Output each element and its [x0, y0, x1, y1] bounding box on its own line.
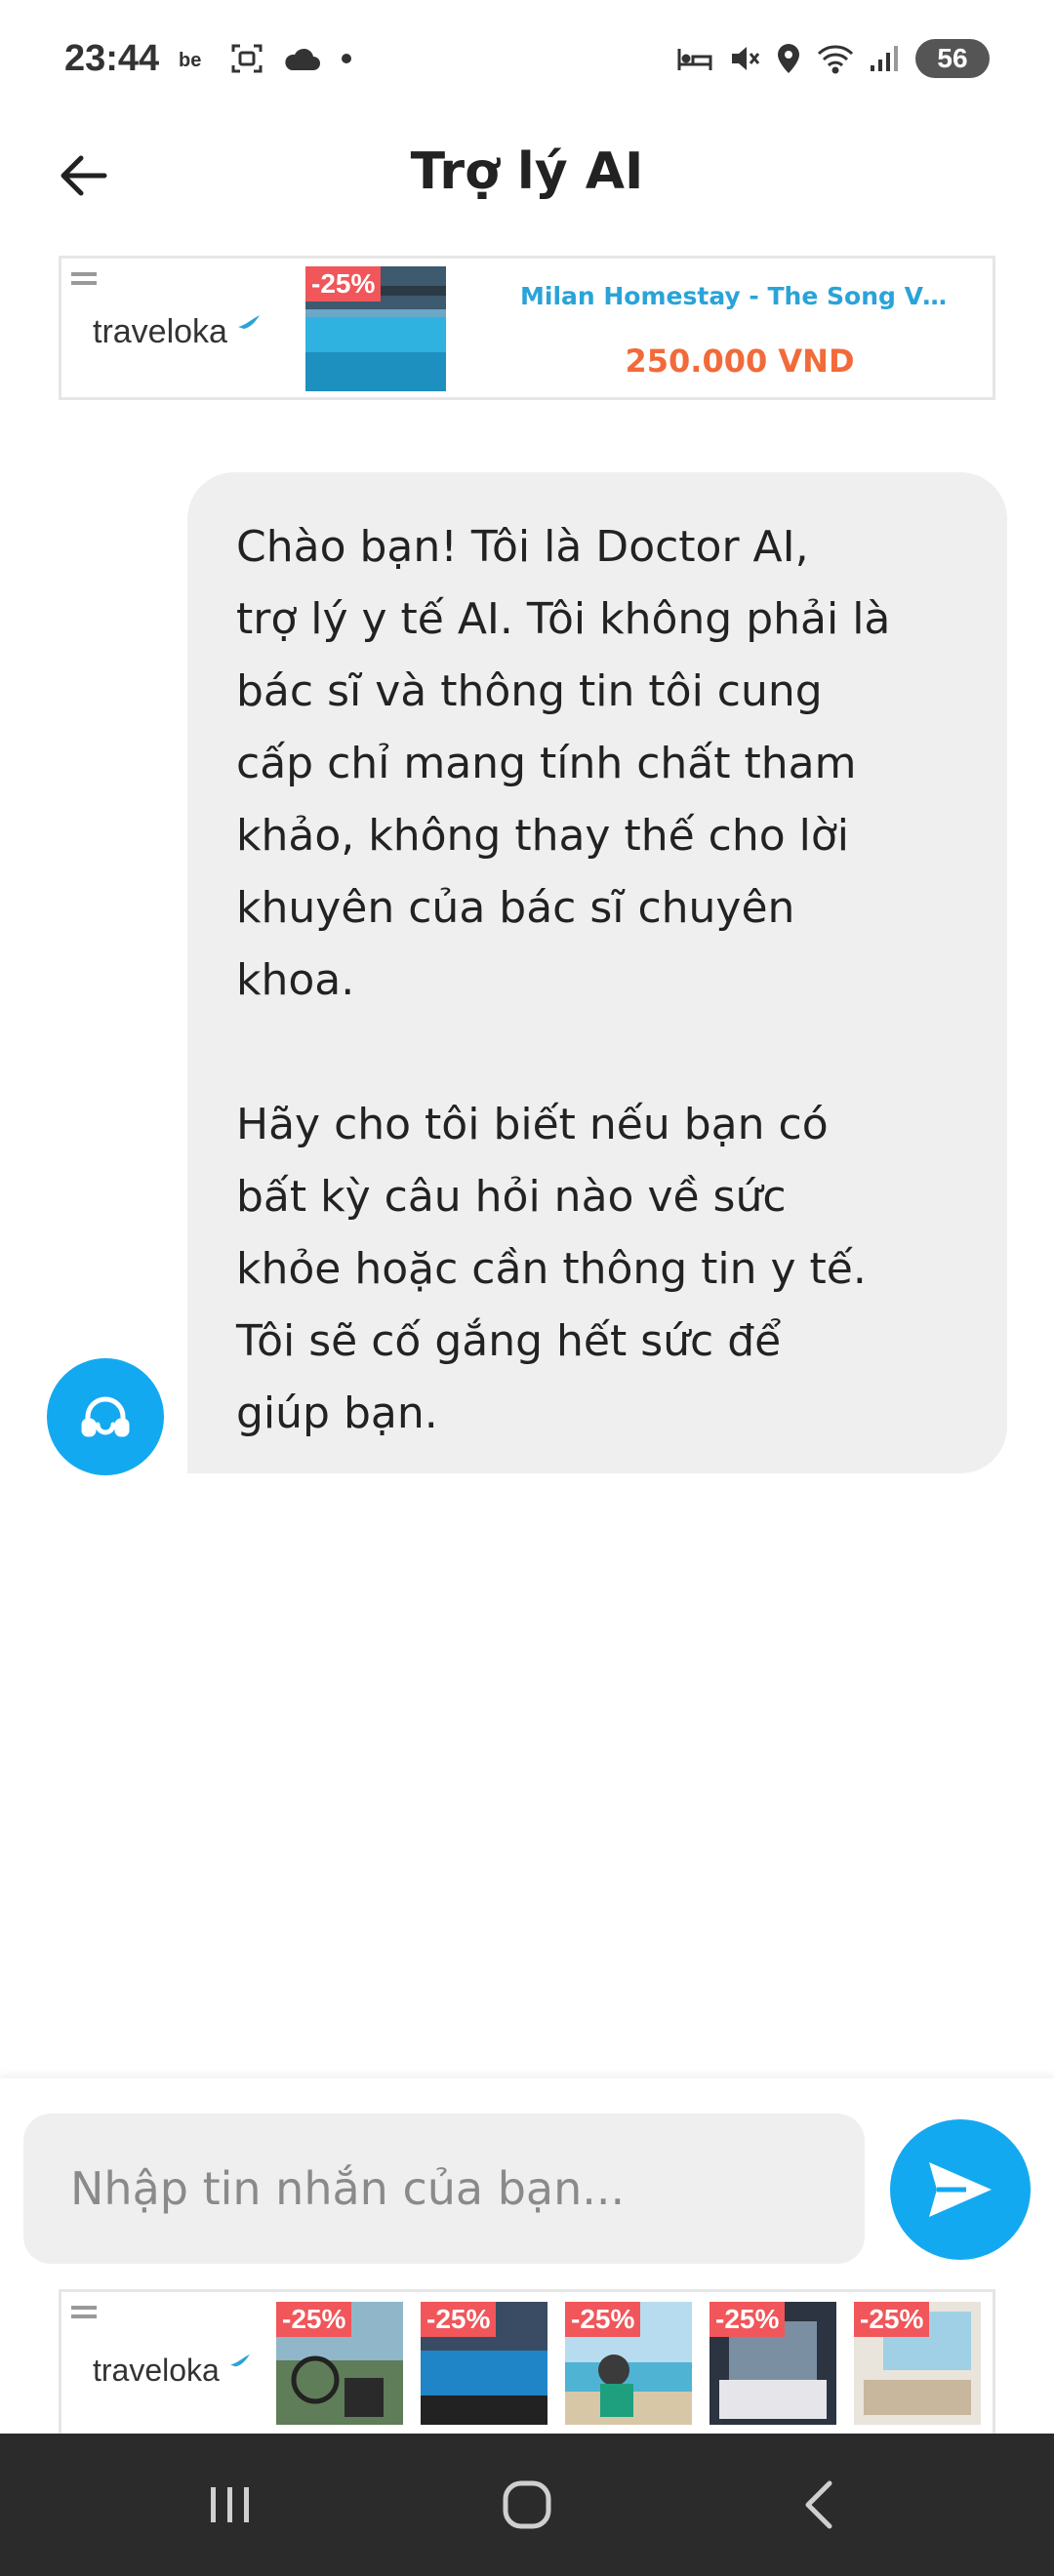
- ad-brand: traveloka: [93, 313, 227, 350]
- ad-hotel-price: 250.000 VND: [625, 342, 855, 380]
- status-bar: 23:44 be 56: [0, 0, 1054, 117]
- system-back-button[interactable]: [781, 2471, 859, 2539]
- send-icon: [929, 2162, 992, 2217]
- mute-icon: [728, 42, 761, 75]
- status-right: 56: [675, 39, 990, 78]
- traveloka-logo: traveloka: [93, 2353, 252, 2389]
- app-header: Trợ lý AI: [0, 117, 1054, 234]
- assistant-avatar: [47, 1358, 164, 1475]
- recents-icon: [211, 2487, 249, 2522]
- send-button[interactable]: [890, 2119, 1031, 2260]
- ad-banner-bottom[interactable]: traveloka -25% -25% -25% -25% -25%: [59, 2289, 995, 2434]
- recents-button[interactable]: [191, 2471, 269, 2539]
- discount-badge: -25%: [709, 2302, 786, 2337]
- discount-badge: -25%: [276, 2302, 352, 2337]
- discount-badge: -25%: [565, 2302, 641, 2337]
- ad-menu-icon[interactable]: [71, 2306, 97, 2321]
- bird-icon: [238, 315, 261, 329]
- ad-menu-icon[interactable]: [71, 272, 97, 288]
- system-nav-bar: [0, 2434, 1054, 2576]
- screenshot-icon: [229, 41, 264, 76]
- ad-thumbnail[interactable]: -25%: [421, 2302, 547, 2425]
- ad-thumbnail[interactable]: -25%: [854, 2302, 981, 2425]
- home-button[interactable]: [488, 2471, 566, 2539]
- app-screen: 23:44 be 56 Trợ lý AI traveloka -25% Mil…: [0, 0, 1054, 2576]
- wifi-icon: [816, 43, 855, 74]
- be-icon: be: [177, 47, 212, 70]
- dot-icon: [339, 51, 354, 66]
- assistant-message-bubble: Chào bạn! Tôi là Doctor AI, trợ lý y tế …: [187, 472, 1007, 1473]
- discount-badge: -25%: [854, 2302, 930, 2337]
- message-input[interactable]: [23, 2113, 865, 2264]
- svg-text:be: be: [179, 50, 201, 70]
- status-time: 23:44: [64, 37, 160, 79]
- discount-badge: -25%: [305, 266, 382, 302]
- cloud-icon: [282, 45, 321, 72]
- headset-icon: [81, 1396, 130, 1437]
- battery-indicator: 56: [915, 39, 990, 78]
- ad-hotel-image[interactable]: -25%: [305, 266, 446, 391]
- status-left: 23:44 be: [64, 38, 354, 80]
- composer-bar: [0, 2078, 1054, 2283]
- assistant-message-text: Chào bạn! Tôi là Doctor AI, trợ lý y tế …: [236, 522, 891, 1438]
- back-icon: [805, 2480, 832, 2529]
- ad-thumbnail[interactable]: -25%: [565, 2302, 692, 2425]
- home-icon: [503, 2480, 551, 2529]
- discount-badge: -25%: [421, 2302, 497, 2337]
- bird-icon: [229, 2354, 250, 2367]
- signal-icon: [869, 44, 902, 73]
- page-title: Trợ lý AI: [410, 142, 644, 201]
- ad-thumbnail[interactable]: -25%: [276, 2302, 403, 2425]
- ad-thumbnail[interactable]: -25%: [709, 2302, 836, 2425]
- ad-banner-top[interactable]: traveloka -25% Milan Homestay - The Song…: [59, 256, 995, 400]
- location-icon: [775, 42, 802, 75]
- ad-hotel-title[interactable]: Milan Homestay - The Song Vu...: [520, 282, 959, 310]
- ad-brand: traveloka: [93, 2353, 220, 2388]
- bed-icon: [675, 43, 714, 74]
- traveloka-logo: traveloka: [93, 313, 262, 351]
